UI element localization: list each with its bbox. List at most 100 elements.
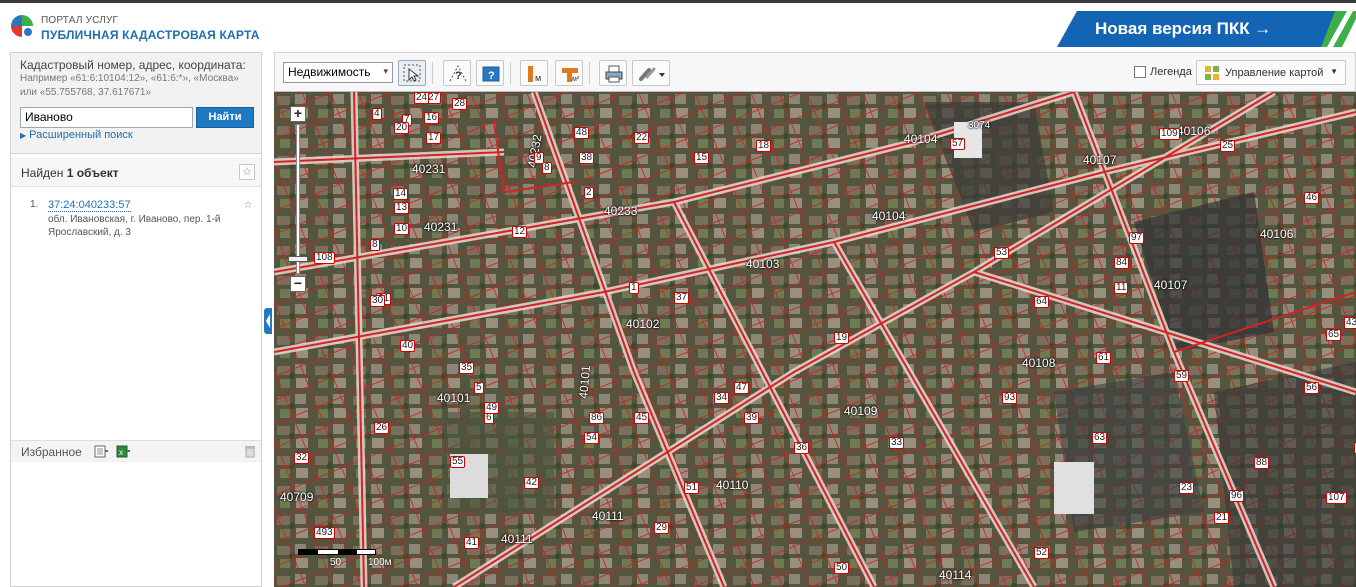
parcel-number[interactable]: 1 <box>629 282 639 294</box>
parcel-number[interactable]: 2 <box>584 187 594 199</box>
parcel-number[interactable]: 13 <box>394 202 410 214</box>
parcel-number[interactable]: 35 <box>459 362 475 374</box>
parcel-number[interactable]: 23 <box>1179 482 1195 494</box>
parcel-number[interactable]: 10 <box>394 223 410 235</box>
map-canvas[interactable]: 40231 40231 40233 40232 40102 40103 4010… <box>274 92 1356 587</box>
parcel-number[interactable]: 34 <box>714 392 730 404</box>
legend-checkbox[interactable] <box>1134 66 1146 78</box>
parcel-number[interactable]: 50 <box>834 562 850 574</box>
zoom-slider-track[interactable] <box>296 124 300 274</box>
parcel-number[interactable]: 40 <box>400 340 416 352</box>
star-icon[interactable]: ☆ <box>241 200 255 214</box>
parcel-number[interactable]: 25 <box>1220 140 1236 152</box>
parcel-number[interactable]: 21 <box>1214 512 1230 524</box>
measure-button[interactable]: м <box>520 60 548 86</box>
parcel-number[interactable]: 37 <box>674 292 690 304</box>
parcel-number[interactable]: 96 <box>1229 490 1245 502</box>
area-button[interactable]: м² <box>555 60 583 86</box>
parcel-number[interactable]: 26 <box>374 422 390 434</box>
parcel-number[interactable]: 36 <box>794 442 810 454</box>
parcel-number[interactable]: 84 <box>1114 257 1130 269</box>
parcel-number[interactable]: 52 <box>1034 547 1050 559</box>
search-input[interactable]: Иваново <box>20 107 193 128</box>
parcel-number[interactable]: 54 <box>584 432 600 444</box>
parcel-number[interactable]: 8 <box>542 162 552 174</box>
parcel-number[interactable]: 11 <box>1114 282 1129 294</box>
print-button[interactable] <box>599 60 627 86</box>
parcel-number[interactable]: 55 <box>450 456 466 468</box>
parcel-number[interactable]: 53 <box>994 247 1010 259</box>
parcel-number[interactable]: 20 <box>394 122 410 134</box>
parcel-number[interactable]: 33 <box>889 437 905 449</box>
portal-logo-icon[interactable] <box>9 12 35 38</box>
parcel-number[interactable]: 46 <box>1304 192 1320 204</box>
parcel-number[interactable]: 32 <box>294 452 310 464</box>
result-cadastral-link[interactable]: 37:24:040233:57 <box>48 199 131 212</box>
parcel-number[interactable]: 97 <box>1129 232 1145 244</box>
trash-icon[interactable] <box>245 445 255 458</box>
info-button[interactable]: ? <box>476 60 504 86</box>
parcel-number[interactable]: 14 <box>393 188 409 200</box>
parcel-number[interactable]: 86 <box>589 412 605 424</box>
parcel-number[interactable]: 64 <box>1034 296 1050 308</box>
parcel-number[interactable]: 8 <box>370 239 380 251</box>
identify-button[interactable]: ? <box>443 60 471 86</box>
new-version-label[interactable]: Новая версия ПКК → <box>1095 19 1271 39</box>
advanced-search-link[interactable]: ▶ Расширенный поиск <box>20 129 133 141</box>
parcel-number[interactable]: 109 <box>1159 128 1180 140</box>
parcel-number[interactable]: 28 <box>452 98 468 110</box>
layer-select[interactable]: Недвижимость ▾ <box>283 62 393 83</box>
parcel-number[interactable]: 22 <box>634 132 650 144</box>
star-icon[interactable]: ☆ <box>239 164 255 180</box>
parcel-number[interactable]: 45 <box>634 412 650 424</box>
pointer-tool-button[interactable] <box>398 60 426 86</box>
parcel-number[interactable]: 47 <box>734 382 750 394</box>
parcel-number[interactable]: 24 <box>414 92 430 104</box>
parcel-number[interactable]: 38 <box>579 152 595 164</box>
parcel-number[interactable]: 48 <box>574 127 590 139</box>
parcel-number[interactable]: 19 <box>834 332 850 344</box>
parcel-number[interactable]: 12 <box>512 226 528 238</box>
export-excel-icon[interactable]: x <box>116 445 131 458</box>
advanced-search-label[interactable]: Расширенный поиск <box>29 129 133 141</box>
sidebar-collapse-handle[interactable] <box>264 308 272 334</box>
parcel-number[interactable]: 57 <box>950 138 966 150</box>
zoom-in-button[interactable]: + <box>290 106 306 122</box>
parcel-number[interactable]: 9 <box>534 152 544 164</box>
link-button[interactable] <box>632 60 670 86</box>
parcel-number[interactable]: 43 <box>1344 317 1356 329</box>
legend-label[interactable]: Легенда <box>1150 66 1192 78</box>
parcel-number[interactable]: 4 <box>372 108 382 120</box>
parcel-number[interactable]: 16 <box>424 112 440 124</box>
parcel-number[interactable]: 59 <box>1174 370 1190 382</box>
parcel-number[interactable]: 108 <box>314 252 335 264</box>
import-excel-icon[interactable] <box>94 445 109 458</box>
parcel-number[interactable]: 56 <box>1304 382 1320 394</box>
parcel-number[interactable]: 15 <box>694 152 710 164</box>
parcel-number[interactable]: 65 <box>1326 329 1342 341</box>
parcel-number[interactable]: 30 <box>370 295 386 307</box>
app-title[interactable]: ПУБЛИЧНАЯ КАДАСТРОВАЯ КАРТА <box>41 28 260 42</box>
parcel-number[interactable]: 63 <box>1092 432 1108 444</box>
chevron-left-icon[interactable] <box>264 308 272 334</box>
zoom-out-button[interactable]: − <box>290 276 306 292</box>
zoom-slider-thumb[interactable] <box>288 256 308 262</box>
parcel-number[interactable]: 39 <box>744 412 760 424</box>
parcel-number[interactable]: 93 <box>1002 392 1018 404</box>
find-button[interactable]: Найти <box>196 107 254 128</box>
parcel-number[interactable]: 51 <box>684 482 700 494</box>
parcel-number[interactable]: 88 <box>1254 457 1270 469</box>
new-version-banner[interactable]: Новая версия ПКК → <box>1057 11 1356 47</box>
map-control-dropdown[interactable]: Управление картой ▼ <box>1196 60 1346 85</box>
parcel-number[interactable]: 61 <box>1096 352 1112 364</box>
parcel-number[interactable]: 49 <box>484 402 500 414</box>
parcel-number[interactable]: 41 <box>464 537 480 549</box>
parcel-number[interactable]: 5 <box>474 382 484 394</box>
parcel-number[interactable]: 107 <box>1326 492 1347 504</box>
parcel-number[interactable]: 493 <box>314 527 335 539</box>
list-item[interactable]: 1. 37:24:040233:57 обл. Ивановская, г. И… <box>11 196 261 248</box>
parcel-number[interactable]: 42 <box>524 477 540 489</box>
parcel-number[interactable]: 18 <box>756 140 772 152</box>
parcel-number[interactable]: 17 <box>426 132 442 144</box>
parcel-number[interactable]: 29 <box>654 522 670 534</box>
